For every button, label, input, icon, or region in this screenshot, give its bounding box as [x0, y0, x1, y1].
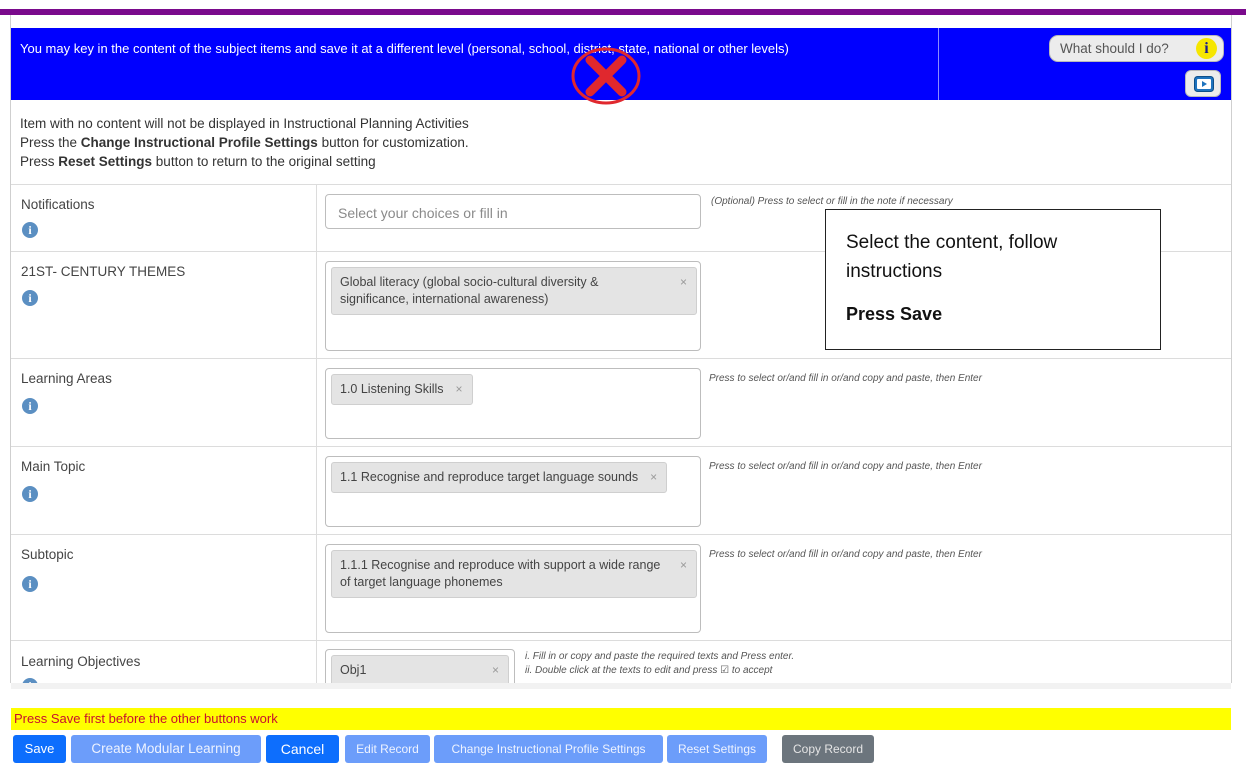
column-divider: [316, 359, 317, 446]
main-topic-row: Main Topic i 1.1 Recognise and reproduce…: [11, 446, 1231, 534]
create-modular-learning-button[interactable]: Create Modular Learning: [71, 735, 261, 763]
column-divider: [316, 447, 317, 534]
themes-select[interactable]: Global literacy (global socio-cultural d…: [325, 261, 701, 351]
banner-divider: [938, 28, 939, 100]
cancel-button[interactable]: Cancel: [266, 735, 339, 763]
info-i-icon: i: [1196, 38, 1217, 59]
column-divider: [316, 252, 317, 358]
save-first-notice: Press Save first before the other button…: [11, 708, 1231, 730]
subtopic-select[interactable]: 1.1.1 Recognise and reproduce with suppo…: [325, 544, 701, 633]
save-button[interactable]: Save: [13, 735, 66, 763]
learning-objectives-label: Learning Objectives: [21, 654, 141, 669]
chip-remove-icon[interactable]: ×: [680, 274, 687, 291]
tutorial-callout: Select the content, follow instructions …: [825, 209, 1161, 350]
callout-text: Select the content, follow instructions: [846, 232, 1058, 282]
learning-objectives-row: Learning Objectives i Obj1 × i. Fill in …: [11, 640, 1231, 683]
change-instructional-profile-settings-button[interactable]: Change Instructional Profile Settings: [434, 735, 663, 763]
video-play-icon: [1194, 76, 1214, 92]
instruction-line-2: Press the Change Instructional Profile S…: [20, 133, 469, 152]
video-tutorial-button[interactable]: [1185, 70, 1221, 97]
top-band: [0, 0, 1246, 9]
instruction-line-1: Item with no content will not be display…: [20, 116, 469, 131]
instruction-line-3: Press Reset Settings button to return to…: [20, 152, 469, 171]
edit-record-button[interactable]: Edit Record: [345, 735, 430, 763]
notifications-label: Notifications: [21, 197, 95, 212]
objectives-hint-2: ii. Double click at the texts to edit an…: [525, 665, 773, 676]
callout-action: Press Save: [846, 304, 943, 324]
instruction-bold: Reset Settings: [58, 154, 153, 169]
learning-areas-row: Learning Areas i 1.0 Listening Skills × …: [11, 358, 1231, 446]
chip-label: 1.1.1 Recognise and reproduce with suppo…: [340, 558, 661, 589]
column-divider: [316, 185, 317, 251]
selected-chip: 1.0 Listening Skills ×: [331, 374, 473, 405]
subtopic-row: Subtopic i 1.1.1 Recognise and reproduce…: [11, 534, 1231, 640]
instruction-text: Press the: [20, 135, 81, 150]
scroll-shadow: [11, 683, 1231, 689]
instruction-text: button to return to the original setting: [152, 154, 376, 169]
chip-label: 1.1 Recognise and reproduce target langu…: [340, 470, 639, 484]
instruction-bold: Change Instructional Profile Settings: [80, 135, 318, 150]
selected-chip: Obj1 ×: [331, 655, 509, 683]
info-icon[interactable]: i: [22, 576, 38, 592]
panel-right-border: [1231, 15, 1232, 683]
themes-label: 21ST- CENTURY THEMES: [21, 264, 186, 279]
objectives-hint-1: i. Fill in or copy and paste the require…: [525, 651, 795, 662]
chip-remove-icon[interactable]: ×: [492, 662, 499, 679]
chip-remove-icon[interactable]: ×: [650, 469, 657, 486]
chip-label: Global literacy (global socio-cultural d…: [340, 275, 599, 306]
help-button-label: What should I do?: [1060, 41, 1169, 56]
banner-text: You may key in the content of the subjec…: [20, 41, 789, 56]
chip-label: Obj1: [340, 663, 367, 677]
notifications-hint: (Optional) Press to select or fill in th…: [711, 196, 953, 207]
info-icon[interactable]: i: [22, 486, 38, 502]
selected-chip: 1.1 Recognise and reproduce target langu…: [331, 462, 668, 493]
main-topic-label: Main Topic: [21, 459, 86, 474]
notifications-placeholder: Select your choices or fill in: [338, 205, 508, 221]
chip-label: 1.0 Listening Skills: [340, 382, 444, 396]
selected-chip: Global literacy (global socio-cultural d…: [331, 267, 697, 315]
notifications-input[interactable]: Select your choices or fill in: [325, 194, 701, 229]
main-topic-select[interactable]: 1.1 Recognise and reproduce target langu…: [325, 456, 701, 527]
column-divider: [316, 641, 317, 683]
learning-areas-hint: Press to select or/and fill in or/and co…: [709, 373, 982, 384]
reset-settings-button[interactable]: Reset Settings: [667, 735, 767, 763]
learning-areas-select[interactable]: 1.0 Listening Skills ×: [325, 368, 701, 439]
info-icon[interactable]: i: [22, 222, 38, 238]
instructions-block: Item with no content will not be display…: [20, 114, 469, 171]
what-should-i-do-button[interactable]: What should I do? i: [1049, 35, 1224, 62]
instruction-text: button for customization.: [317, 135, 469, 150]
info-icon[interactable]: i: [22, 398, 38, 414]
learning-objectives-input[interactable]: Obj1 ×: [325, 649, 515, 683]
chip-remove-icon[interactable]: ×: [456, 381, 463, 398]
subtopic-label: Subtopic: [21, 547, 74, 562]
column-divider: [316, 535, 317, 640]
selected-chip: 1.1.1 Recognise and reproduce with suppo…: [331, 550, 697, 598]
accent-rule: [0, 9, 1246, 15]
subtopic-hint: Press to select or/and fill in or/and co…: [709, 549, 982, 560]
copy-record-button[interactable]: Copy Record: [782, 735, 874, 763]
red-x-circle-icon: [571, 47, 641, 105]
main-topic-hint: Press to select or/and fill in or/and co…: [709, 461, 982, 472]
learning-areas-label: Learning Areas: [21, 371, 112, 386]
info-icon[interactable]: i: [22, 290, 38, 306]
chip-remove-icon[interactable]: ×: [680, 557, 687, 574]
instruction-text: Press: [20, 154, 59, 169]
